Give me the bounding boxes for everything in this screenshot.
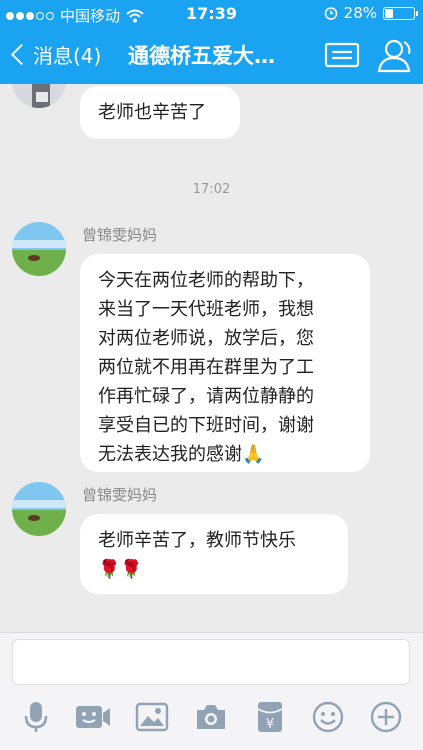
message-timestamp: 17:02 <box>192 182 231 197</box>
message-line: 🌹🌹 <box>98 559 143 580</box>
toolbar: ¥ <box>0 697 423 737</box>
back-label: 消息(4) <box>33 44 102 68</box>
message-line: 老师辛苦了，教师节快乐 <box>98 530 296 551</box>
chevron-left-icon <box>10 43 33 66</box>
red-packet-icon[interactable]: ¥ <box>250 697 290 737</box>
avatar[interactable] <box>12 482 66 536</box>
video-icon[interactable] <box>73 697 113 737</box>
message-line: 作再忙碌了，请两位静静的 <box>98 386 314 407</box>
message-line: 来当了一天代班老师，我想 <box>98 299 314 320</box>
plus-icon[interactable] <box>366 697 406 737</box>
battery-percent: 28% <box>343 4 377 22</box>
group-members-icon[interactable] <box>376 38 414 74</box>
chat-area[interactable]: 老师也辛苦了 17:02 曾锦雯妈妈 今天在两位老师的帮助下， 来当了一天代班老… <box>0 84 423 632</box>
microphone-icon[interactable] <box>16 697 56 737</box>
chat-title: 通德桥五爱大… <box>128 44 275 68</box>
message-bubble[interactable]: 老师辛苦了，教师节快乐 🌹🌹 <box>80 514 348 594</box>
nav-bar: 消息(4) 通德桥五爱大… <box>0 28 423 84</box>
message-line: 今天在两位老师的帮助下， <box>98 270 314 291</box>
message-line: 两位就不用再在群里为了工 <box>98 357 314 378</box>
image-icon[interactable] <box>132 697 172 737</box>
emoji-icon[interactable] <box>308 697 348 737</box>
avatar[interactable] <box>12 222 66 276</box>
camera-icon[interactable] <box>191 697 231 737</box>
group-profile-icon[interactable] <box>324 38 360 72</box>
message-input[interactable] <box>12 639 410 685</box>
message-line: 对两位老师说，放学后，您 <box>98 328 314 349</box>
message-bubble[interactable]: 今天在两位老师的帮助下， 来当了一天代班老师，我想 对两位老师说，放学后，您 两… <box>80 254 370 472</box>
message-line: 享受自已的下班时间，谢谢 <box>98 415 314 436</box>
back-button[interactable]: 消息(4) <box>8 40 101 69</box>
status-right: 28% <box>324 4 418 22</box>
svg-text:¥: ¥ <box>266 717 274 732</box>
message-line: 无法表达我的感谢🙏 <box>98 444 265 465</box>
status-bar: 中国移动 17:39 28% <box>0 0 423 28</box>
avatar[interactable] <box>12 84 66 108</box>
sender-name: 曾锦雯妈妈 <box>82 486 158 504</box>
sender-name: 曾锦雯妈妈 <box>82 226 158 244</box>
input-bar: ¥ <box>0 632 423 750</box>
message-bubble[interactable]: 老师也辛苦了 <box>80 86 240 139</box>
message-text: 老师也辛苦了 <box>98 102 206 123</box>
alarm-icon <box>324 7 337 20</box>
battery-icon <box>383 6 418 20</box>
